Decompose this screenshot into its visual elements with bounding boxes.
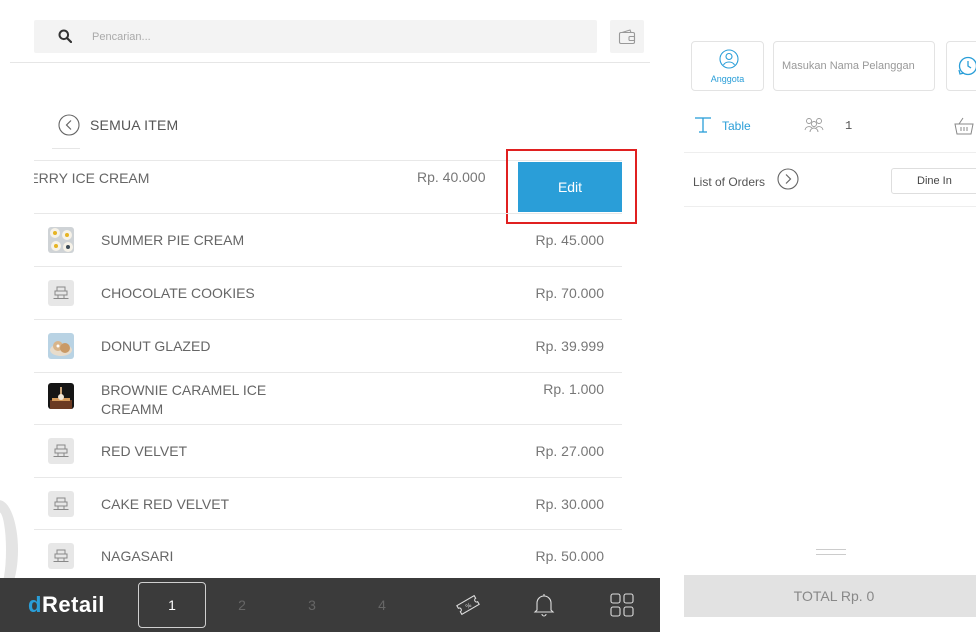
total-button[interactable]: TOTAL Rp. 0 (684, 575, 976, 617)
grid-menu-icon[interactable] (609, 592, 635, 618)
tab-order-3[interactable]: 3 (278, 582, 346, 628)
order-meta-divider (684, 152, 976, 153)
list-item[interactable]: BROWNIE CARAMEL ICE CREAMM Rp. 1.000 (34, 372, 622, 425)
item-name: RED VELVET (101, 442, 188, 459)
item-thumbnail (48, 333, 74, 359)
category-divider (52, 148, 80, 149)
list-item[interactable]: CHOCOLATE COOKIES Rp. 70.000 (34, 266, 622, 319)
order-panel: Anggota Table 1 List of Orders Dine (660, 0, 976, 632)
svg-text:%: % (465, 602, 474, 611)
item-price: Rp. 39.999 (535, 338, 605, 354)
search-input[interactable] (92, 20, 572, 53)
search-bar[interactable] (34, 20, 597, 53)
basket-icon[interactable] (953, 116, 975, 136)
history-icon (958, 56, 976, 76)
discount-ticket-icon[interactable]: % (455, 592, 481, 618)
item-price: Rp. 70.000 (535, 285, 605, 301)
bell-icon[interactable] (531, 592, 557, 618)
search-icon (58, 29, 72, 43)
item-name: CAKE RED VELVET (101, 495, 230, 512)
product-placeholder-icon (53, 497, 69, 510)
list-item[interactable]: DONUT GLAZED Rp. 39.999 (34, 319, 622, 372)
user-circle-icon (719, 49, 739, 69)
guest-count: 1 (845, 119, 853, 133)
list-item[interactable]: SUMMER PIE CREAM Rp. 45.000 (34, 213, 622, 266)
back-arrow-icon[interactable] (58, 114, 80, 136)
item-name: NAGASARI (101, 547, 174, 564)
item-thumbnail (48, 383, 74, 409)
item-name: SUMMER PIE CREAM (101, 231, 245, 248)
item-name: CHOCOLATE COOKIES (101, 284, 255, 301)
product-panel: SEMUA ITEM BERRY ICE CREAM E Rp. 40.000 … (0, 0, 660, 632)
list-item[interactable]: RED VELVET Rp. 27.000 (34, 424, 622, 477)
product-placeholder-icon (53, 549, 69, 562)
bottom-bar: d Retail 1 2 3 4 % (0, 578, 660, 632)
member-label: Anggota (710, 74, 745, 84)
app-logo: d Retail (28, 592, 105, 617)
list-item[interactable]: NAGASARI Rp. 50.000 (34, 529, 622, 582)
item-price: Rp. 30.000 (535, 496, 605, 512)
tab-order-1[interactable]: 1 (138, 582, 206, 628)
orders-divider (684, 206, 976, 207)
header-divider (10, 62, 650, 63)
item-price: Rp. 1.000 (543, 381, 604, 397)
item-thumbnail (48, 227, 74, 253)
list-of-orders-label: List of Orders (693, 175, 766, 189)
item-thumbnail (48, 543, 74, 569)
item-thumbnail (48, 438, 74, 464)
list-item[interactable]: CAKE RED VELVET Rp. 30.000 (34, 477, 622, 530)
item-thumbnail (48, 280, 74, 306)
item-price: Rp. 27.000 (535, 443, 605, 459)
member-button[interactable]: Anggota (691, 41, 764, 91)
chevron-right-circle-icon[interactable] (777, 168, 799, 190)
item-thumbnail (48, 491, 74, 517)
product-placeholder-icon (53, 444, 69, 457)
wallet-icon (618, 28, 636, 44)
guests-icon[interactable] (803, 117, 825, 133)
product-placeholder-icon (53, 286, 69, 299)
order-type-select[interactable]: Dine In (891, 168, 976, 194)
item-price: Rp. 40.000 (417, 169, 486, 185)
category-header: SEMUA ITEM (58, 114, 178, 136)
item-name: BROWNIE CARAMEL ICE CREAMM (101, 382, 267, 417)
item-price: Rp. 50.000 (535, 548, 605, 564)
customer-name-input[interactable] (773, 41, 935, 91)
item-name: BERRY ICE CREAM E (34, 170, 150, 186)
drag-handle[interactable] (816, 549, 846, 555)
table-icon[interactable] (694, 116, 712, 134)
history-button[interactable] (946, 41, 976, 91)
item-name: DONUT GLAZED (101, 337, 211, 354)
tab-order-2[interactable]: 2 (208, 582, 276, 628)
category-title: SEMUA ITEM (90, 117, 179, 133)
table-label[interactable]: Table (722, 119, 751, 133)
wallet-button[interactable] (610, 20, 644, 53)
tab-order-4[interactable]: 4 (348, 582, 416, 628)
item-price: Rp. 45.000 (535, 232, 605, 248)
